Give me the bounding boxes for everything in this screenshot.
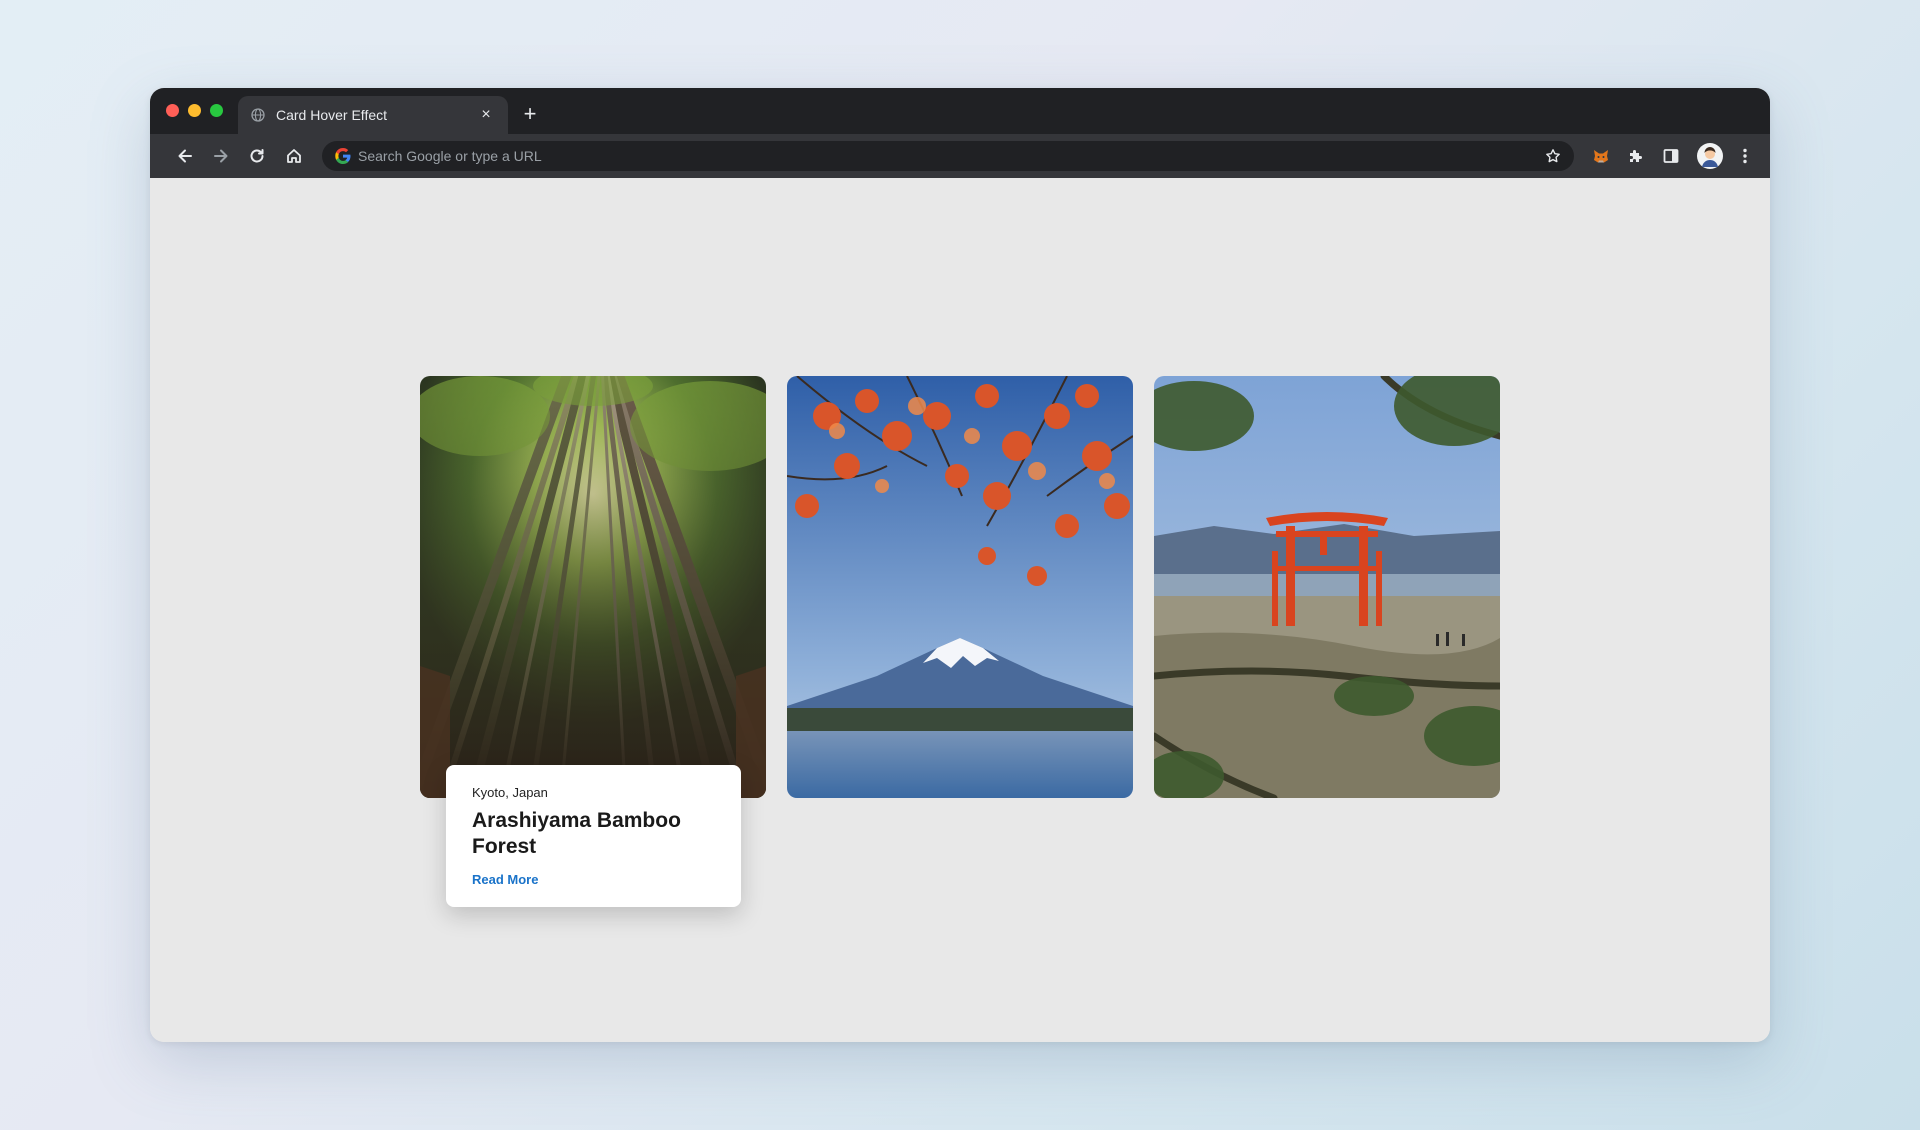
bookmark-star-icon[interactable] [1544,147,1562,165]
browser-window: Card Hover Effect × + Search Google or t… [150,88,1770,1042]
card-info-panel: Kyoto, Japan Arashiyama Bamboo Forest Re… [446,765,741,907]
tab-bar: Card Hover Effect × + [150,88,1770,134]
home-icon[interactable] [281,143,307,169]
address-input[interactable] [358,148,1544,164]
card-mount-fuji[interactable] [787,376,1133,798]
browser-tab[interactable]: Card Hover Effect × [238,96,508,134]
tab-close-icon[interactable]: × [476,105,496,125]
card-itsukushima-torii[interactable] [1154,376,1500,798]
side-panel-icon[interactable] [1658,143,1684,169]
extensions-puzzle-icon[interactable] [1623,143,1649,169]
card-bamboo-forest[interactable] [420,376,766,798]
page-content: Kyoto, Japan Arashiyama Bamboo Forest Re… [150,178,1770,1042]
google-icon [335,148,351,164]
card-title: Arashiyama Bamboo Forest [472,809,681,858]
browser-toolbar [150,134,1770,178]
more-menu-icon[interactable] [1732,143,1758,169]
close-window-button[interactable] [166,104,179,117]
globe-icon [250,107,266,123]
read-more-link[interactable]: Read More [472,872,538,887]
address-bar[interactable] [322,141,1574,171]
forward-arrow-icon[interactable] [208,143,234,169]
mount-fuji-image [787,376,1133,798]
reload-icon[interactable] [244,143,270,169]
tab-title: Card Hover Effect [276,107,388,123]
back-arrow-icon[interactable] [172,143,198,169]
itsukushima-torii-image [1154,376,1500,798]
bamboo-forest-image [420,376,766,798]
new-tab-button[interactable]: + [516,100,544,128]
maximize-window-button[interactable] [210,104,223,117]
metamask-extension-icon[interactable] [1588,143,1614,169]
card-location: Kyoto, Japan [472,785,548,800]
minimize-window-button[interactable] [188,104,201,117]
profile-avatar[interactable] [1696,142,1724,170]
